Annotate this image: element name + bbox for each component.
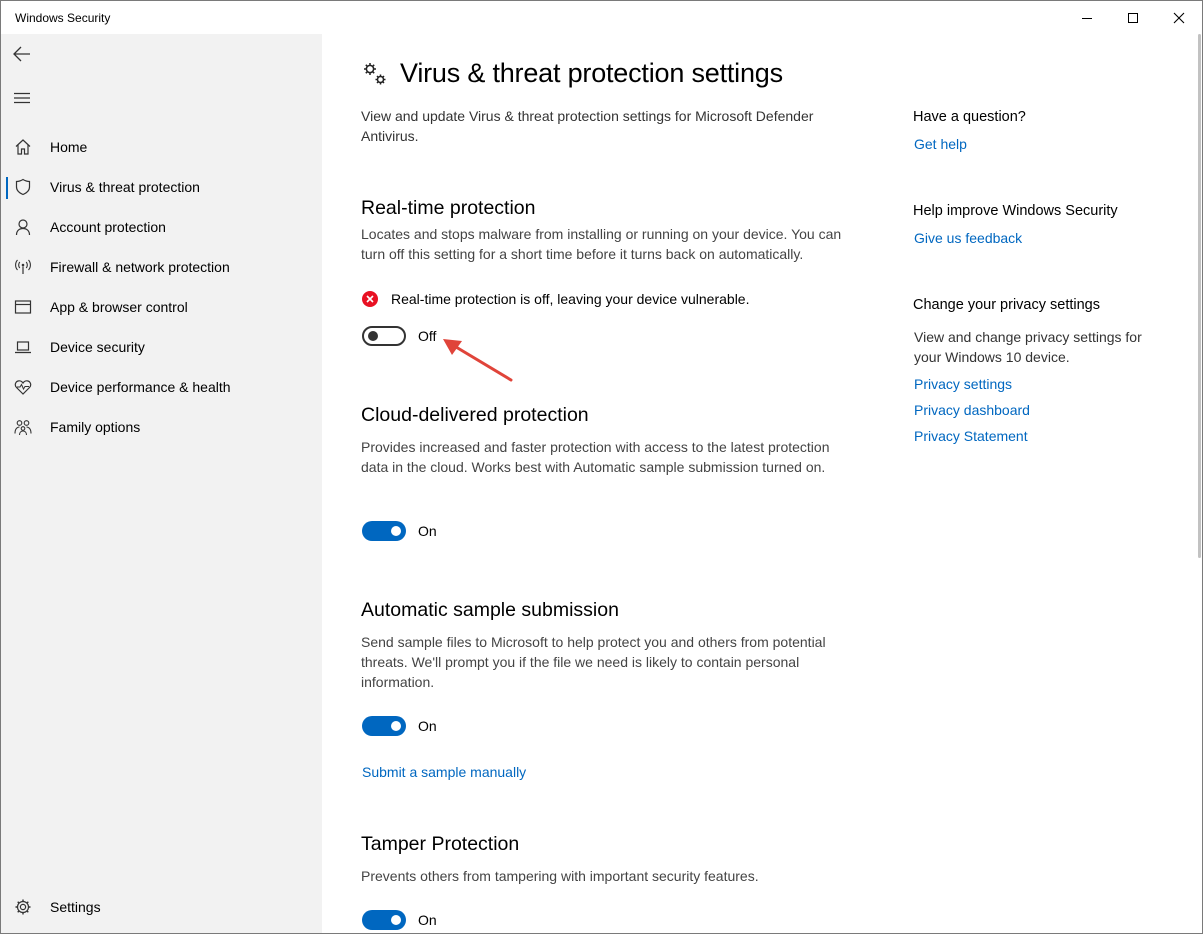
page-header: Virus & threat protection settings [361, 58, 783, 89]
sidebar-item-account-protection[interactable]: Account protection [1, 207, 322, 247]
toggle-state-label: On [418, 718, 437, 734]
realtime-warning: Real-time protection is off, leaving you… [362, 291, 749, 307]
privacy-description: View and change privacy settings for you… [914, 329, 1142, 365]
main-content: Virus & threat protection settings View … [322, 34, 1197, 933]
sidebar-item-label: Virus & threat protection [50, 179, 200, 195]
sidebar-item-home[interactable]: Home [1, 127, 322, 167]
title-bar: Windows Security [1, 1, 1202, 34]
section-description: Prevents others from tampering with impo… [361, 868, 759, 884]
toggle-state-label: On [418, 912, 437, 928]
section-description: Provides increased and faster protection… [361, 439, 830, 475]
page-title: Virus & threat protection settings [400, 58, 783, 88]
toggle-knob [391, 721, 401, 731]
privacy-settings-link[interactable]: Privacy settings [914, 376, 1012, 392]
privacy-dashboard-link[interactable]: Privacy dashboard [914, 402, 1030, 418]
question-heading: Have a question? [913, 109, 1026, 125]
minimize-button[interactable] [1064, 1, 1110, 34]
submit-sample-link[interactable]: Submit a sample manually [362, 764, 526, 780]
toggle-knob [368, 331, 378, 341]
maximize-button[interactable] [1110, 1, 1156, 34]
realtime-protection-section: Real-time protection Locates and stops m… [361, 197, 861, 264]
gear-icon [14, 898, 32, 916]
improve-heading: Help improve Windows Security [913, 203, 1118, 219]
close-icon [1173, 12, 1185, 23]
window-title: Windows Security [15, 11, 111, 25]
family-icon [14, 418, 32, 436]
toggle-knob [391, 915, 401, 925]
close-button[interactable] [1156, 1, 1202, 34]
sidebar-item-label: Family options [50, 419, 141, 435]
error-circle-icon [362, 291, 378, 307]
toggle-knob [391, 526, 401, 536]
laptop-icon [14, 338, 32, 356]
hamburger-menu-button[interactable] [5, 81, 39, 115]
privacy-statement-link[interactable]: Privacy Statement [914, 428, 1028, 444]
settings-label: Settings [50, 899, 101, 915]
sidebar-item-settings[interactable]: Settings [1, 887, 322, 927]
browser-window-icon [14, 298, 32, 316]
person-icon [14, 218, 32, 236]
tamper-protection-toggle[interactable] [362, 910, 406, 930]
sidebar-item-label: Firewall & network protection [50, 259, 230, 275]
warning-text: Real-time protection is off, leaving you… [391, 291, 750, 307]
sidebar-item-virus-threat-protection[interactable]: Virus & threat protection [1, 167, 322, 207]
sidebar-item-label: Home [50, 139, 88, 155]
section-title: Tamper Protection [361, 833, 520, 855]
section-title: Cloud-delivered protection [361, 404, 589, 426]
sidebar-item-app-browser-control[interactable]: App & browser control [1, 287, 322, 327]
tamper-protection-section: Tamper Protection Prevents others from t… [361, 833, 861, 886]
sidebar-item-device-security[interactable]: Device security [1, 327, 322, 367]
windows-security-window: Windows Security Home Virus & threat pro… [0, 0, 1203, 934]
toggle-state-label: On [418, 523, 437, 539]
vertical-scrollbar[interactable] [1197, 34, 1202, 933]
shield-icon [14, 178, 32, 196]
sidebar-item-label: App & browser control [50, 299, 188, 315]
home-icon [14, 138, 32, 156]
sidebar-item-label: Account protection [50, 219, 166, 235]
minimize-icon [1082, 17, 1092, 19]
privacy-heading: Change your privacy settings [913, 297, 1100, 313]
toggle-state-label: Off [418, 328, 437, 344]
tamper-toggle-row: On [362, 910, 437, 930]
sidebar-item-device-performance-health[interactable]: Device performance & health [1, 367, 322, 407]
sidebar-item-label: Device security [50, 339, 145, 355]
cloud-protection-section: Cloud-delivered protection Provides incr… [361, 404, 861, 477]
realtime-protection-toggle[interactable] [362, 326, 406, 346]
heart-pulse-icon [14, 378, 32, 396]
realtime-toggle-row: Off [362, 326, 436, 346]
page-description: View and update Virus & threat protectio… [361, 108, 814, 144]
cloud-toggle-row: On [362, 521, 437, 541]
sidebar-item-label: Device performance & health [50, 379, 231, 395]
give-feedback-link[interactable]: Give us feedback [914, 230, 1022, 246]
scrollbar-thumb[interactable] [1198, 34, 1201, 558]
back-arrow-icon [13, 46, 30, 62]
maximize-icon [1128, 12, 1138, 23]
hamburger-icon [14, 92, 30, 104]
sample-submission-toggle[interactable] [362, 716, 406, 736]
back-button[interactable] [5, 37, 39, 71]
sidebar-item-firewall-network-protection[interactable]: Firewall & network protection [1, 247, 322, 287]
sidebar: Home Virus & threat protection Account p… [1, 34, 322, 933]
cloud-protection-toggle[interactable] [362, 521, 406, 541]
red-arrow-annotation [443, 339, 513, 382]
section-title: Real-time protection [361, 197, 536, 219]
sidebar-item-family-options[interactable]: Family options [1, 407, 322, 447]
antenna-icon [14, 258, 32, 276]
sample-toggle-row: On [362, 716, 437, 736]
section-title: Automatic sample submission [361, 599, 619, 621]
section-description: Send sample files to Microsoft to help p… [361, 634, 826, 690]
sample-submission-section: Automatic sample submission Send sample … [361, 599, 861, 692]
gears-icon [364, 62, 386, 84]
get-help-link[interactable]: Get help [914, 136, 967, 152]
section-description: Locates and stops malware from installin… [361, 226, 842, 262]
